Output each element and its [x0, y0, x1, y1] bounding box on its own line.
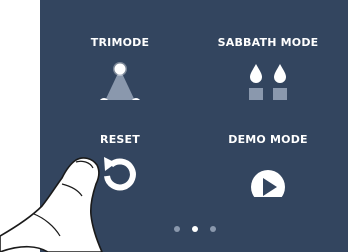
screen: TRIMODE SABBATH MODE RESET DEMO MODE	[0, 0, 348, 252]
pointing-finger-icon	[0, 157, 103, 252]
